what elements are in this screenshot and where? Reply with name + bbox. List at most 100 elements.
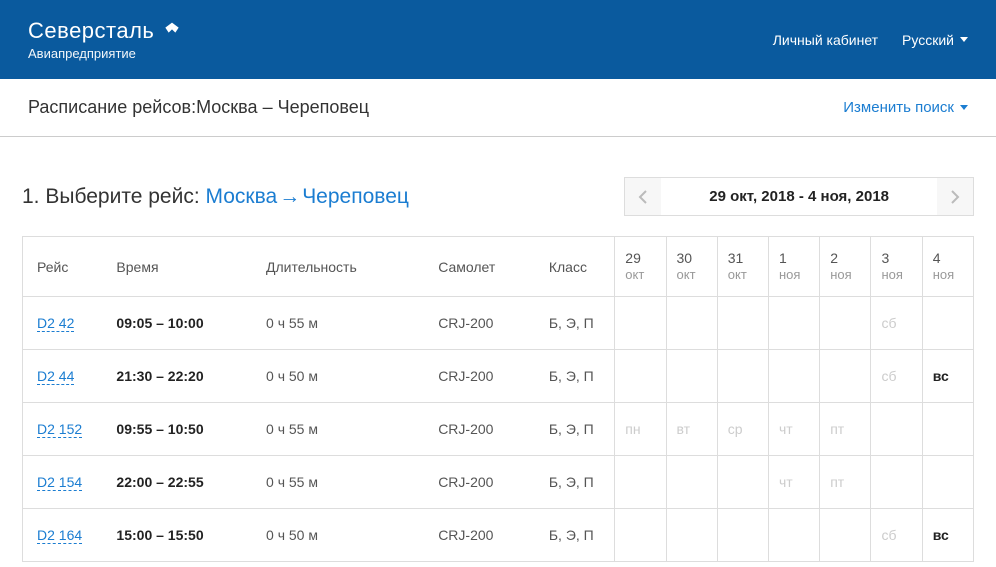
step-row: 1. Выберите рейс: Москва→Череповец 29 ок…	[22, 177, 974, 216]
day-cell	[717, 350, 768, 403]
language-label: Русский	[902, 32, 954, 48]
flight-class: Б, Э, П	[535, 456, 615, 509]
day-cell[interactable]: ср	[717, 403, 768, 456]
flight-link[interactable]: D2 42	[37, 315, 74, 332]
step-title: 1. Выберите рейс: Москва→Череповец	[22, 185, 409, 209]
day-cell	[768, 509, 819, 562]
date-range-label: 29 окт, 2018 - 4 ноя, 2018	[661, 178, 937, 215]
table-row: D2 42 09:05 – 10:000 ч 55 мCRJ-200Б, Э, П…	[23, 297, 974, 350]
date-navigator: 29 окт, 2018 - 4 ноя, 2018	[624, 177, 974, 216]
col-duration: Длительность	[252, 237, 424, 297]
flight-class: Б, Э, П	[535, 403, 615, 456]
header-right: Личный кабинет Русский	[773, 32, 968, 48]
modify-search-label: Изменить поиск	[843, 99, 954, 116]
language-selector[interactable]: Русский	[902, 32, 968, 48]
day-cell	[871, 456, 922, 509]
day-cell[interactable]: вт	[666, 403, 717, 456]
brand-name: Северсталь	[28, 18, 154, 44]
chevron-left-icon	[638, 190, 648, 204]
col-day-5: 3ноя	[871, 237, 922, 297]
flight-code-cell: D2 164	[23, 509, 103, 562]
schedule-from: Москва	[196, 97, 257, 117]
day-cell[interactable]: пт	[820, 456, 871, 509]
day-cell	[922, 403, 973, 456]
day-cell[interactable]: пн	[615, 403, 666, 456]
step-label: 1. Выберите рейс:	[22, 185, 205, 208]
day-cell	[615, 456, 666, 509]
table-header-row: Рейс Время Длительность Самолет Класс 29…	[23, 237, 974, 297]
col-flight: Рейс	[23, 237, 103, 297]
flight-class: Б, Э, П	[535, 297, 615, 350]
col-day-0: 29окт	[615, 237, 666, 297]
day-cell[interactable]: сб	[871, 350, 922, 403]
flight-duration: 0 ч 50 м	[252, 509, 424, 562]
flight-time: 09:05 – 10:00	[102, 297, 252, 350]
flight-time: 09:55 – 10:50	[102, 403, 252, 456]
chevron-down-icon	[960, 105, 968, 110]
col-plane: Самолет	[424, 237, 535, 297]
flights-table: Рейс Время Длительность Самолет Класс 29…	[22, 236, 974, 562]
schedule-to: Череповец	[278, 97, 369, 117]
day-cell	[768, 350, 819, 403]
day-cell	[922, 297, 973, 350]
table-row: D2 152 09:55 – 10:500 ч 55 мCRJ-200Б, Э, …	[23, 403, 974, 456]
flight-plane: CRJ-200	[424, 350, 535, 403]
day-cell[interactable]: сб	[871, 297, 922, 350]
arrow-right-icon: →	[279, 185, 300, 208]
flight-duration: 0 ч 55 м	[252, 297, 424, 350]
col-day-2: 31окт	[717, 237, 768, 297]
content: 1. Выберите рейс: Москва→Череповец 29 ок…	[0, 137, 996, 562]
flight-link[interactable]: D2 44	[37, 368, 74, 385]
brand-logo-icon	[162, 21, 182, 41]
day-cell[interactable]: пт	[820, 403, 871, 456]
day-cell[interactable]: чт	[768, 456, 819, 509]
header: Северсталь Авиапредприятие Личный кабине…	[0, 0, 996, 79]
day-cell[interactable]: чт	[768, 403, 819, 456]
day-cell[interactable]: вс	[922, 509, 973, 562]
chevron-down-icon	[960, 37, 968, 42]
flight-code-cell: D2 152	[23, 403, 103, 456]
flight-duration: 0 ч 55 м	[252, 403, 424, 456]
schedule-prefix: Расписание рейсов:	[28, 97, 196, 117]
next-week-button[interactable]	[937, 178, 973, 215]
logo-area: Северсталь Авиапредприятие	[28, 18, 182, 61]
table-row: D2 4421:30 – 22:200 ч 50 мCRJ-200Б, Э, П…	[23, 350, 974, 403]
flight-duration: 0 ч 50 м	[252, 350, 424, 403]
day-cell	[666, 350, 717, 403]
day-cell[interactable]: сб	[871, 509, 922, 562]
col-day-3: 1ноя	[768, 237, 819, 297]
flight-code-cell: D2 154	[23, 456, 103, 509]
personal-cabinet-link[interactable]: Личный кабинет	[773, 32, 878, 48]
day-cell	[666, 297, 717, 350]
chevron-right-icon	[950, 190, 960, 204]
col-class: Класс	[535, 237, 615, 297]
schedule-sep: –	[263, 97, 273, 117]
col-day-1: 30окт	[666, 237, 717, 297]
flight-link[interactable]: D2 152	[37, 421, 82, 438]
prev-week-button[interactable]	[625, 178, 661, 215]
day-cell	[666, 509, 717, 562]
day-cell	[615, 297, 666, 350]
col-day-4: 2ноя	[820, 237, 871, 297]
flight-code-cell: D2 42	[23, 297, 103, 350]
day-cell[interactable]: вс	[922, 350, 973, 403]
flight-code-cell: D2 44	[23, 350, 103, 403]
flight-plane: CRJ-200	[424, 297, 535, 350]
day-cell	[717, 456, 768, 509]
day-cell	[615, 350, 666, 403]
flight-time: 21:30 – 22:20	[102, 350, 252, 403]
day-cell	[717, 509, 768, 562]
flight-link[interactable]: D2 164	[37, 527, 82, 544]
flight-plane: CRJ-200	[424, 403, 535, 456]
modify-search-button[interactable]: Изменить поиск	[843, 99, 968, 116]
flight-duration: 0 ч 55 м	[252, 456, 424, 509]
route-to: Череповец	[302, 185, 409, 208]
day-cell	[717, 297, 768, 350]
table-row: D2 15422:00 – 22:550 ч 55 мCRJ-200Б, Э, …	[23, 456, 974, 509]
flight-link[interactable]: D2 154	[37, 474, 82, 491]
subheader: Расписание рейсов:Москва – Череповец Изм…	[0, 79, 996, 137]
day-cell	[820, 509, 871, 562]
flight-class: Б, Э, П	[535, 509, 615, 562]
day-cell	[922, 456, 973, 509]
flight-plane: CRJ-200	[424, 456, 535, 509]
